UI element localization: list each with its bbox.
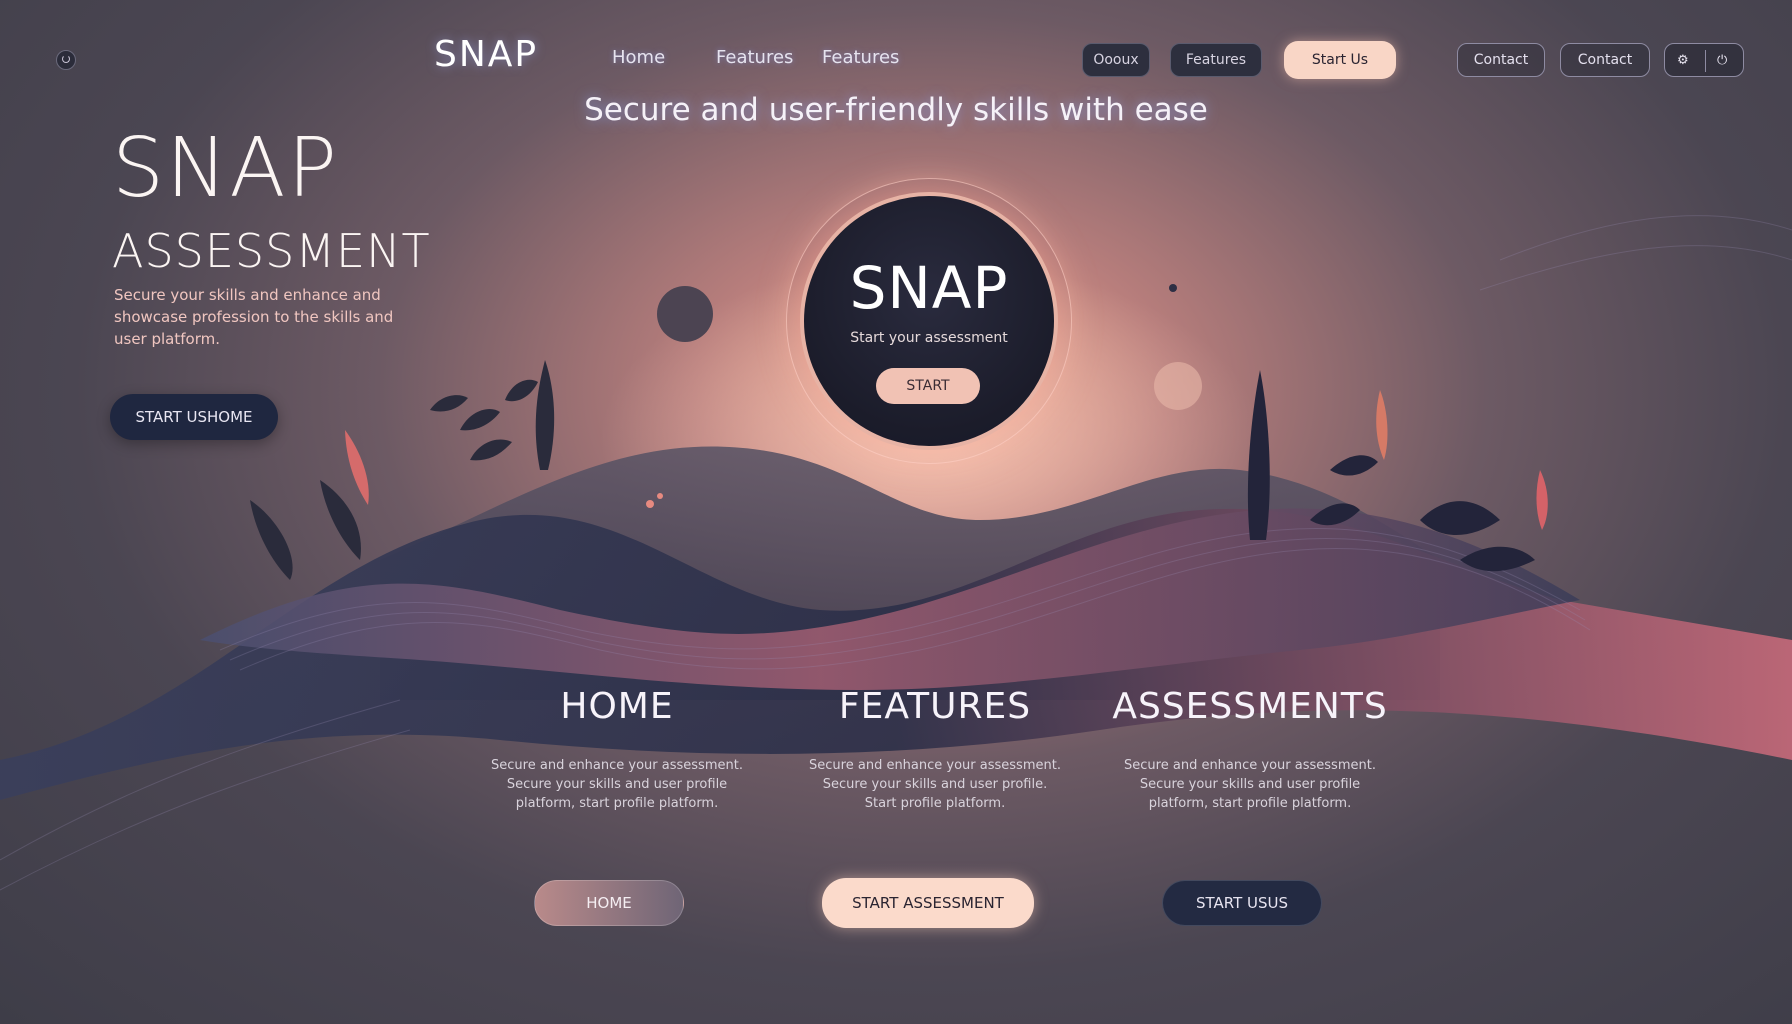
start-us-button[interactable]: Start Us	[1284, 41, 1396, 79]
home-button[interactable]: HOME	[534, 880, 684, 926]
nav-link-features-secondary[interactable]: Features	[822, 47, 899, 68]
column-title-assessments: ASSESSMENTS	[1112, 686, 1388, 727]
logo-mark-icon[interactable]	[56, 50, 76, 70]
column-text-features: Secure and enhance your assessment. Secu…	[809, 758, 1061, 811]
start-usus-button[interactable]: START USUS	[1162, 880, 1322, 926]
column-text-home: Secure and enhance your assessment. Secu…	[491, 758, 743, 811]
nav-link-features[interactable]: Features	[716, 47, 793, 68]
hero-description: Secure your skills and enhance and showc…	[114, 286, 394, 348]
nav-button-oooux[interactable]: Oooux	[1082, 43, 1150, 77]
nav-button-features[interactable]: Features	[1170, 43, 1262, 77]
column-title-home: HOME	[560, 686, 674, 727]
hero-title: SNAP	[112, 121, 339, 216]
power-icon[interactable]: ⏻	[1717, 53, 1727, 68]
column-title-features: FEATURES	[838, 686, 1032, 727]
nav-button-contact[interactable]: Contact	[1457, 43, 1545, 77]
settings-icon[interactable]: ⚙	[1677, 53, 1689, 68]
hero-start-button[interactable]: START USHOME	[110, 394, 278, 440]
center-subtitle: Start your assessment	[850, 330, 1008, 346]
nav-icon-group: ⚙ ⏻	[1664, 43, 1744, 77]
nav-link-home[interactable]: Home	[612, 47, 665, 68]
center-title: SNAP	[849, 254, 1009, 322]
icon-divider	[1705, 50, 1706, 72]
column-text-assessments: Secure and enhance your assessment. Secu…	[1124, 758, 1376, 811]
brand-logo[interactable]: SNAP	[434, 34, 538, 75]
nav-button-contact-secondary[interactable]: Contact	[1560, 43, 1650, 77]
hero-subtitle: ASSESSMENT	[112, 224, 431, 278]
center-start-button[interactable]: START	[876, 368, 980, 404]
start-assessment-button[interactable]: START ASSESSMENT	[822, 878, 1034, 928]
